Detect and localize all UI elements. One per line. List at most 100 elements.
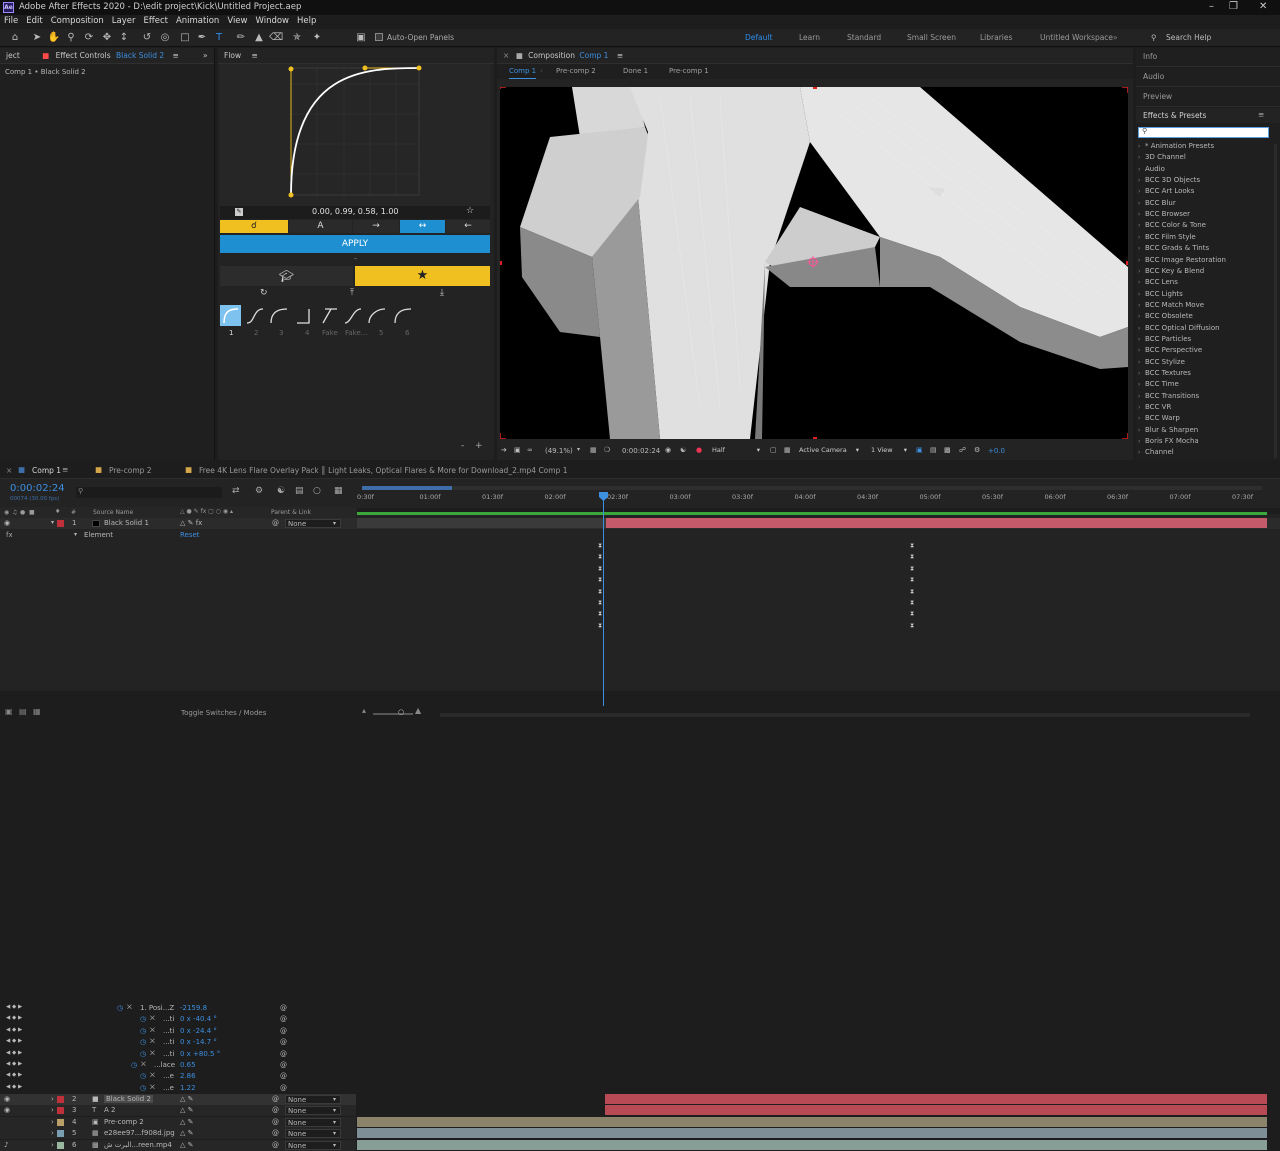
expand-layers-icon[interactable]: ▣ bbox=[5, 707, 13, 716]
monitor-icon[interactable]: ▣ bbox=[514, 446, 521, 454]
expand-chevron-icon[interactable]: › bbox=[1138, 279, 1140, 286]
rotation-tool-icon[interactable]: ↺ bbox=[140, 31, 154, 45]
stopwatch-icon[interactable]: ◷ bbox=[131, 1061, 137, 1069]
menu-layer[interactable]: Layer bbox=[108, 15, 140, 26]
graph-icon[interactable]: ⨉ bbox=[150, 1072, 155, 1080]
label-column-icon[interactable]: ♦ bbox=[55, 508, 60, 515]
graph-icon[interactable]: ⨉ bbox=[150, 1015, 155, 1023]
view-layout-select[interactable]: 1 View ▾ bbox=[869, 447, 909, 456]
expand-chevron-icon[interactable]: › bbox=[1138, 245, 1140, 252]
parent-pickwhip-icon[interactable]: @ bbox=[272, 1095, 279, 1103]
expand-chevron-icon[interactable]: › bbox=[1138, 211, 1140, 218]
effects-preset-item[interactable]: BCC Image Restoration bbox=[1145, 256, 1226, 264]
expand-chevron-icon[interactable]: › bbox=[1138, 370, 1140, 377]
draft-3d-icon[interactable]: ⚙ bbox=[255, 486, 263, 496]
expand-transfer-icon[interactable]: ▤ bbox=[19, 707, 27, 716]
menu-help[interactable]: Help bbox=[293, 15, 320, 26]
current-time-indicator[interactable] bbox=[603, 492, 604, 706]
upload-icon[interactable]: ⤒ bbox=[350, 288, 354, 298]
home-icon[interactable]: ⌂ bbox=[8, 31, 22, 45]
layer-expand-icon[interactable]: › bbox=[51, 1129, 54, 1137]
expand-chevron-icon[interactable]: › bbox=[1138, 438, 1140, 445]
effects-preset-item[interactable]: BCC Blur bbox=[1145, 199, 1176, 207]
layer-name[interactable]: e28ee97...f908d.jpg bbox=[104, 1129, 175, 1137]
stopwatch-icon[interactable]: ◷ bbox=[140, 1072, 146, 1080]
zoom-in-time-icon[interactable]: ▲ bbox=[415, 706, 421, 715]
expand-chevron-icon[interactable]: › bbox=[1138, 313, 1140, 320]
work-area-range[interactable] bbox=[362, 486, 452, 490]
anchor-mode-button[interactable]: ☌ bbox=[220, 220, 288, 233]
video-switch-icon[interactable]: ◉ bbox=[4, 509, 9, 516]
element-expand-icon[interactable]: ▾ bbox=[74, 531, 77, 538]
shy-layers-icon[interactable]: ☯ bbox=[277, 486, 285, 496]
search-icon[interactable]: ⚲ bbox=[1151, 33, 1157, 42]
effects-preset-item[interactable]: BCC Lights bbox=[1145, 290, 1183, 298]
effects-preset-item[interactable]: BCC Time bbox=[1145, 380, 1179, 388]
workspace-untitled[interactable]: Untitled Workspace bbox=[1040, 33, 1113, 42]
composition-name[interactable]: Comp 1 bbox=[579, 51, 608, 60]
layer-name[interactable]: Pre-comp 2 bbox=[104, 1118, 144, 1126]
expand-chevron-icon[interactable]: › bbox=[1138, 222, 1140, 229]
preset-thumbnails[interactable] bbox=[245, 305, 420, 326]
snapshot-camera-icon[interactable]: ◉ bbox=[665, 446, 671, 454]
parent-select[interactable]: None ▾ bbox=[285, 1095, 341, 1104]
timeline-timecode[interactable]: 0:00:02:24 bbox=[10, 483, 65, 494]
expression-pickwhip-icon[interactable]: @ bbox=[280, 1027, 287, 1035]
effects-preset-item[interactable]: BCC Lens bbox=[1145, 278, 1178, 286]
info-panel[interactable]: Info bbox=[1136, 48, 1280, 67]
parent-pickwhip-icon[interactable]: @ bbox=[272, 1141, 279, 1149]
element-reset-link[interactable]: Reset bbox=[180, 531, 200, 539]
curve-values[interactable]: 0.00, 0.99, 0.58, 1.00 bbox=[312, 207, 399, 216]
effects-preset-item[interactable]: BCC Obsolete bbox=[1145, 312, 1193, 320]
expand-chevron-icon[interactable]: › bbox=[1138, 347, 1140, 354]
orbit-camera-icon[interactable]: ⟳ bbox=[82, 31, 96, 45]
keyframe-navigator-icon[interactable]: ◀ ◆ ▶ bbox=[6, 1084, 22, 1090]
rectangle-tool-icon[interactable]: □ bbox=[178, 31, 192, 45]
expand-chevron-icon[interactable]: › bbox=[1138, 415, 1140, 422]
time-zoom-slider[interactable] bbox=[373, 713, 413, 715]
effects-preset-item[interactable]: BCC Match Move bbox=[1145, 301, 1204, 309]
expand-chevron-icon[interactable]: › bbox=[1138, 404, 1140, 411]
expand-chevron-icon[interactable]: › bbox=[1138, 257, 1140, 264]
work-area-bar[interactable] bbox=[362, 486, 1262, 490]
effects-preset-item[interactable]: Audio bbox=[1145, 165, 1165, 173]
expand-chevron-icon[interactable]: › bbox=[1138, 302, 1140, 309]
layer-duration-bar[interactable] bbox=[605, 1094, 1267, 1104]
frame-blending-icon[interactable]: ▤ bbox=[295, 486, 304, 496]
layer-visibility-icon[interactable]: ◉ bbox=[4, 1095, 10, 1103]
breadcrumb-comp1[interactable]: Comp 1 bbox=[509, 65, 537, 79]
layer-name[interactable]: A 2 bbox=[104, 1106, 115, 1114]
layer-1-visibility-icon[interactable]: ◉ bbox=[4, 519, 10, 527]
parent-pickwhip-icon[interactable]: @ bbox=[272, 1129, 279, 1137]
effects-preset-item[interactable]: BCC Art Looks bbox=[1145, 187, 1194, 195]
eraser-tool-icon[interactable]: ⌫ bbox=[269, 31, 283, 45]
element-effect-name[interactable]: Element bbox=[84, 531, 113, 539]
source-name-column[interactable]: Source Name bbox=[93, 509, 133, 516]
expand-chevron-icon[interactable]: › bbox=[1138, 291, 1140, 298]
horizontal-scrollbar[interactable] bbox=[440, 713, 1250, 717]
property-value[interactable]: 0 x -40.4 ° bbox=[180, 1015, 217, 1023]
layer-switches[interactable]: △ ✎ bbox=[180, 1141, 193, 1149]
dolly-camera-icon[interactable]: ↕ bbox=[117, 31, 131, 45]
selection-tool-icon[interactable]: ➤ bbox=[30, 31, 44, 45]
auto-open-checkbox[interactable] bbox=[375, 33, 383, 41]
menu-file[interactable]: File bbox=[0, 15, 22, 26]
effects-preset-item[interactable]: BCC Color & Tone bbox=[1145, 221, 1206, 229]
effects-preset-item[interactable]: BCC Stylize bbox=[1145, 358, 1185, 366]
keyframe-marker[interactable]: ⧗ bbox=[910, 588, 914, 595]
zoom-in-icon[interactable]: + bbox=[475, 441, 483, 451]
effects-preset-item[interactable]: * Animation Presets bbox=[1145, 142, 1214, 150]
minimize-icon[interactable]: – bbox=[1209, 1, 1214, 12]
stopwatch-icon[interactable]: ◷ bbox=[140, 1027, 146, 1035]
timeline-tab-comp1[interactable]: Comp 1 bbox=[32, 466, 61, 475]
anchor-tool-icon[interactable]: ◎ bbox=[158, 31, 172, 45]
expression-pickwhip-icon[interactable]: @ bbox=[280, 1061, 287, 1069]
close-timeline-icon[interactable]: × bbox=[6, 466, 12, 475]
effects-preset-item[interactable]: 3D Channel bbox=[1145, 153, 1186, 161]
keyframe-navigator-icon[interactable]: ◀ ◆ ▶ bbox=[6, 1015, 22, 1021]
ease-in-button[interactable]: → bbox=[353, 220, 399, 233]
keyframe-marker[interactable]: ⧗ bbox=[910, 622, 914, 629]
effect-controls-layer[interactable]: Black Solid 2 bbox=[116, 51, 164, 60]
keyframe-marker[interactable]: ⧗ bbox=[598, 543, 602, 549]
keyframe-marker[interactable]: ⧗ bbox=[598, 554, 602, 560]
